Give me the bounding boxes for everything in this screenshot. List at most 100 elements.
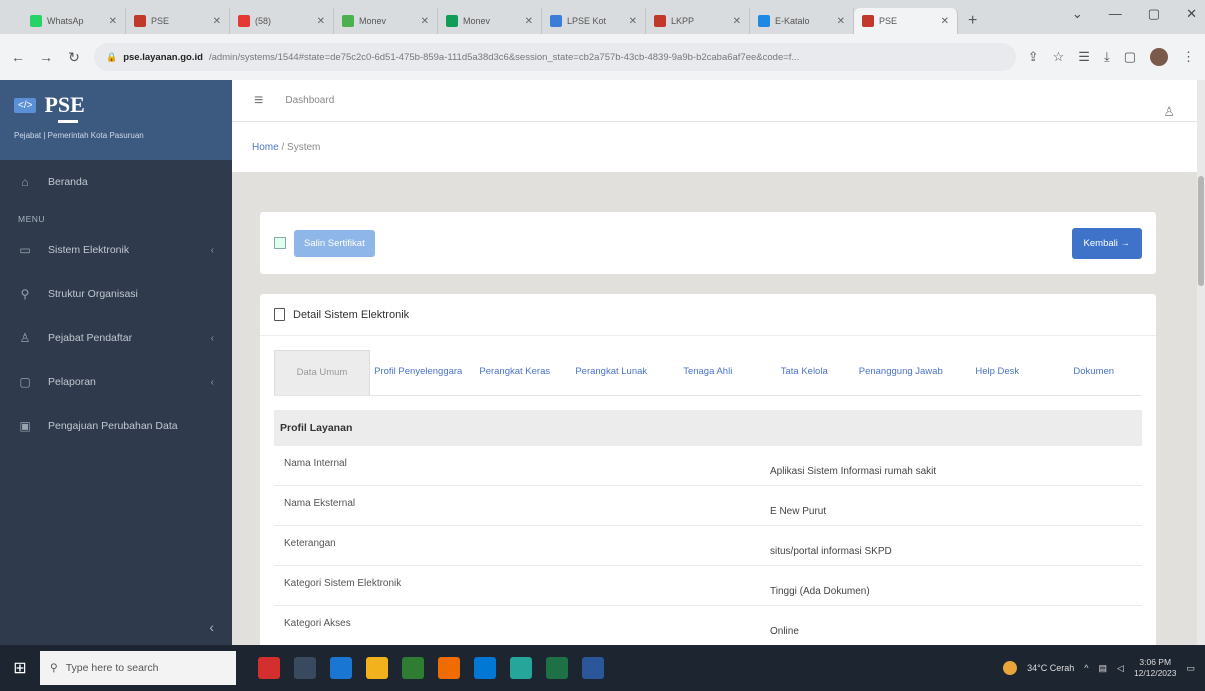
taskbar-app-icon[interactable]	[402, 657, 424, 679]
back-nav-icon[interactable]: ←	[10, 49, 26, 65]
hamburger-menu-icon[interactable]: ≡	[254, 92, 263, 110]
sidebar-item[interactable]: ▭ Sistem Elektronik ‹	[0, 228, 232, 272]
network-icon[interactable]: ▤	[1099, 663, 1108, 674]
brand-name[interactable]: PSE	[44, 92, 84, 118]
reading-list-icon[interactable]: ☰	[1078, 49, 1090, 65]
detail-tab[interactable]: Tata Kelola	[756, 350, 853, 395]
download-icon[interactable]: ⤓	[1104, 49, 1110, 65]
tab-close-icon[interactable]: ✕	[213, 16, 221, 27]
back-button[interactable]: Kembali →	[1071, 227, 1142, 259]
detail-row-key: Nama Internal	[284, 458, 347, 469]
bookmark-star-icon[interactable]: ☆	[1053, 49, 1065, 65]
detail-tabs: Data Umum Profil Penyelenggara Perangkat K…	[274, 350, 1142, 396]
reload-icon[interactable]: ↻	[66, 49, 82, 66]
tab-close-icon[interactable]: ✕	[941, 16, 949, 27]
close-window-icon[interactable]: ✕	[1186, 6, 1197, 22]
browser-menu-icon[interactable]: ⋮	[1182, 49, 1195, 65]
sidebar-item-label: Beranda	[48, 176, 88, 188]
copy-certificate-button[interactable]: Salin Sertifikat	[294, 229, 375, 257]
taskbar-app-icon[interactable]	[438, 657, 460, 679]
scrollbar-thumb[interactable]	[1198, 176, 1204, 286]
broken-image-icon	[274, 237, 286, 249]
detail-tab[interactable]: Help Desk	[949, 350, 1046, 395]
sidepanel-icon[interactable]: ▢	[1124, 49, 1136, 65]
chevron-left-icon: ‹	[210, 332, 214, 344]
page-scrollbar[interactable]	[1197, 80, 1205, 645]
url-input[interactable]: 🔒 pse.layanan.go.id/admin/systems/1544#s…	[94, 43, 1016, 71]
sidebar-item[interactable]: ⌂ Beranda	[0, 160, 232, 204]
windows-start-icon[interactable]: ⊞	[0, 658, 40, 678]
taskbar-app-icon[interactable]	[582, 657, 604, 679]
detail-tab[interactable]: Tenaga Ahli	[660, 350, 757, 395]
system-clock[interactable]: 3:06 PM 12/12/2023	[1134, 657, 1177, 679]
sidebar-collapse-icon[interactable]: ‹	[209, 619, 214, 635]
sidebar-item[interactable]: ♙ Pejabat Pendaftar ‹	[0, 316, 232, 360]
new-tab-icon[interactable]: +	[958, 12, 987, 34]
tab-favicon-icon	[446, 15, 458, 27]
tab-favicon-icon	[342, 15, 354, 27]
taskbar-app-icon[interactable]	[546, 657, 568, 679]
taskbar-app-icon[interactable]	[510, 657, 532, 679]
tab-close-icon[interactable]: ✕	[837, 16, 845, 27]
taskbar-app-icon[interactable]	[366, 657, 388, 679]
detail-tab[interactable]: Perangkat Keras	[467, 350, 564, 395]
tab-close-icon[interactable]: ✕	[525, 16, 533, 27]
forward-nav-icon[interactable]: →	[38, 49, 54, 65]
lock-icon: 🔒	[106, 51, 118, 62]
browser-tab-title: PSE	[151, 16, 170, 26]
search-icon: ⚲	[50, 662, 58, 674]
detail-card-header: Detail Sistem Elektronik	[260, 294, 1156, 336]
breadcrumb-home[interactable]: Home	[252, 142, 279, 153]
detail-tab[interactable]: Perangkat Lunak	[563, 350, 660, 395]
browser-tab[interactable]: WhatsAp ✕	[22, 8, 126, 34]
detail-row-key: Nama Eksternal	[284, 498, 356, 509]
maximize-icon[interactable]: ▢	[1148, 6, 1160, 22]
tab-favicon-icon	[238, 15, 250, 27]
tab-close-icon[interactable]: ✕	[317, 16, 325, 27]
tab-close-icon[interactable]: ✕	[421, 16, 429, 27]
tab-close-icon[interactable]: ✕	[629, 16, 637, 27]
sidebar-item-label: Pengajuan Perubahan Data	[48, 420, 178, 432]
detail-title: Detail Sistem Elektronik	[293, 308, 410, 321]
volume-icon[interactable]: ◁	[1117, 663, 1124, 674]
tab-search-icon[interactable]: ⌄	[1072, 6, 1083, 22]
notification-icon[interactable]: ▭	[1186, 663, 1195, 674]
browser-tab[interactable]: Monev ✕	[334, 8, 438, 34]
account-icon[interactable]: ♙	[1163, 104, 1175, 120]
browser-tab[interactable]: LPSE Kot ✕	[542, 8, 646, 34]
detail-tab[interactable]: Penanggung Jawab	[853, 350, 950, 395]
browser-tab[interactable]: E-Katalo ✕	[750, 8, 854, 34]
sidebar-item[interactable]: ⚲ Struktur Organisasi	[0, 272, 232, 316]
browser-tab[interactable]: Monev ✕	[438, 8, 542, 34]
weather-text[interactable]: 34°C Cerah	[1027, 663, 1074, 673]
sidebar-item-label: Sistem Elektronik	[48, 244, 130, 256]
taskbar-app-icon[interactable]	[294, 657, 316, 679]
minimize-icon[interactable]: —	[1109, 6, 1122, 22]
browser-tab-title: (58)	[255, 16, 272, 26]
browser-tab[interactable]: PSE ✕	[126, 8, 230, 34]
browser-tab-title: LPSE Kot	[567, 16, 607, 26]
detail-tab[interactable]: Data Umum	[274, 350, 370, 395]
browser-tab-strip: WhatsAp ✕ PSE ✕ (58) ✕ Monev ✕ Monev ✕ LPSE Kot ✕ LK…	[0, 0, 1205, 34]
detail-card: Detail Sistem Elektronik Data Umum Profil…	[260, 294, 1156, 645]
tray-chevron-icon[interactable]: ^	[1084, 663, 1088, 673]
sidebar-item-label: Pelaporan	[48, 376, 96, 388]
browser-tab[interactable]: LKPP ✕	[646, 8, 750, 34]
sidebar-item-label: Pejabat Pendaftar	[48, 332, 133, 344]
taskbar-app-icon[interactable]	[330, 657, 352, 679]
sidebar-item[interactable]: ▢ Pelaporan ‹	[0, 360, 232, 404]
taskbar-app-icon[interactable]	[258, 657, 280, 679]
taskbar-app-icon[interactable]	[474, 657, 496, 679]
browser-tab[interactable]: (58) ✕	[230, 8, 334, 34]
org-icon: ⚲	[20, 287, 30, 301]
sidebar-item[interactable]: ▣ Pengajuan Perubahan Data	[0, 404, 232, 448]
browser-tab[interactable]: PSE ✕	[854, 8, 958, 34]
share-icon[interactable]: ⇪	[1028, 49, 1039, 65]
profile-avatar[interactable]	[1150, 48, 1168, 66]
detail-tab[interactable]: Profil Penyelenggara	[370, 350, 467, 395]
weather-icon[interactable]	[1003, 661, 1018, 675]
tab-close-icon[interactable]: ✕	[733, 16, 741, 27]
detail-tab[interactable]: Dokumen	[1046, 350, 1143, 395]
tab-close-icon[interactable]: ✕	[109, 16, 117, 27]
taskbar-search-box[interactable]: ⚲ Type here to search	[40, 651, 236, 685]
